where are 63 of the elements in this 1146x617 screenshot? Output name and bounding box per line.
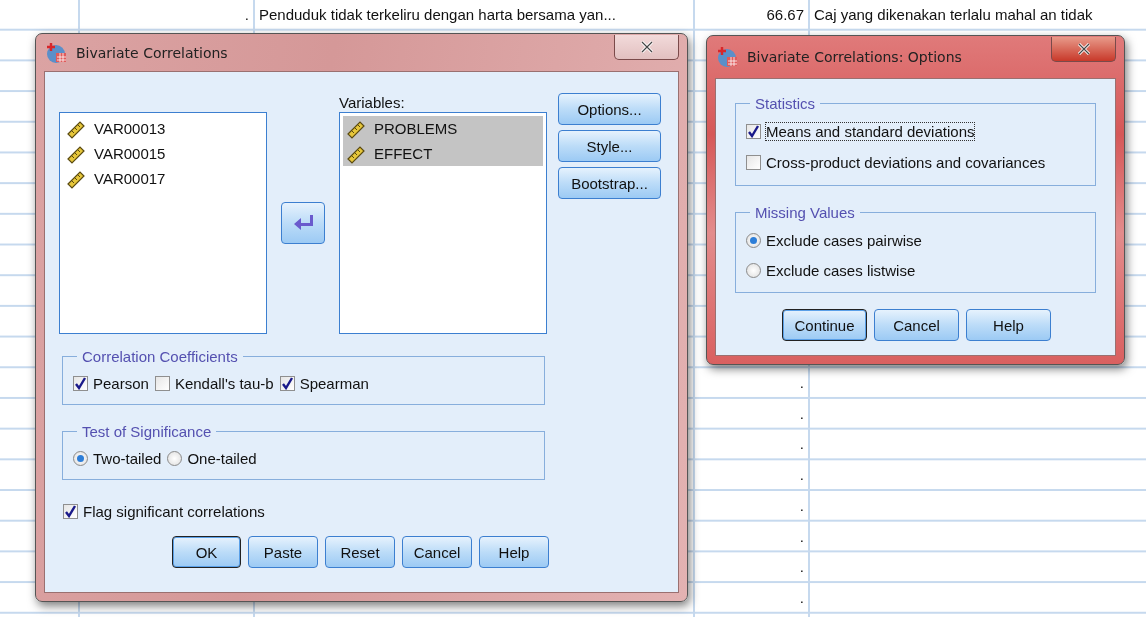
dialog-button[interactable]: Paste: [248, 536, 318, 568]
checkbox-label[interactable]: Cross-product deviations and covariances: [766, 154, 1046, 171]
close-button[interactable]: [1051, 37, 1116, 62]
table-cell-text: .: [798, 373, 805, 394]
close-icon: [639, 41, 654, 53]
dialog-button[interactable]: Help: [479, 536, 549, 568]
radio-button[interactable]: [746, 262, 761, 278]
table-cell-text: Caj yang dikenakan terlalu mahal an tidak: [813, 4, 1094, 25]
table-cell-text: .: [798, 434, 805, 455]
table-cell-text: .: [243, 4, 250, 25]
close-icon: [1076, 43, 1091, 55]
target-variable-list[interactable]: PROBLEMS EFFECT: [339, 112, 547, 334]
table-cell-text: .: [798, 557, 805, 578]
checkbox-label[interactable]: Spearman: [299, 374, 369, 392]
group-title: Statistics: [754, 95, 816, 112]
dialog-button[interactable]: Cancel: [402, 536, 472, 568]
close-button[interactable]: [614, 35, 679, 60]
radio-label[interactable]: Two-tailed: [93, 449, 162, 467]
checkbox[interactable]: [279, 375, 295, 391]
radio-button[interactable]: [746, 232, 761, 248]
list-item[interactable]: VAR00017: [94, 170, 166, 187]
arrow-icon: [292, 212, 314, 231]
dialog-button[interactable]: Continue: [782, 309, 867, 341]
checkbox-label[interactable]: Kendall's tau-b: [174, 374, 274, 392]
table-cell-text: 66.67: [765, 4, 805, 25]
radio-label[interactable]: Exclude cases pairwise: [766, 231, 922, 249]
radio-button[interactable]: [73, 450, 88, 466]
window-title: Bivariate Correlations: Options: [747, 49, 963, 65]
table-cell-text: .: [798, 495, 805, 516]
checkbox-label[interactable]: Means and standard deviations: [766, 123, 975, 140]
radio-label[interactable]: One-tailed: [187, 449, 257, 467]
dialog-button[interactable]: Reset: [325, 536, 395, 568]
app-icon: [46, 41, 68, 64]
checkbox-label[interactable]: Pearson: [93, 374, 149, 392]
checkbox[interactable]: [746, 155, 761, 170]
group-title: Test of Significance: [81, 423, 213, 440]
dialog-button[interactable]: OK: [172, 536, 241, 568]
source-variable-list[interactable]: VAR00013 VAR00015 VAR00017: [59, 112, 267, 334]
checkbox[interactable]: [746, 124, 761, 139]
radio-label[interactable]: Exclude cases listwise: [766, 261, 916, 279]
app-icon: [717, 46, 739, 68]
variables-label: Variables:: [339, 93, 406, 112]
table-cell-text: Penduduk tidak terkeliru dengan harta bersama yan...: [258, 4, 617, 25]
checkbox[interactable]: [154, 375, 170, 391]
dialog-button[interactable]: Help: [966, 309, 1051, 341]
table-cell-text: .: [798, 465, 805, 486]
dialog-button[interactable]: Options...: [558, 93, 661, 125]
radio-button[interactable]: [167, 450, 183, 466]
checkbox[interactable]: [63, 503, 78, 519]
group-title: Missing Values: [754, 204, 856, 221]
dialog-button[interactable]: Cancel: [874, 309, 959, 341]
table-cell-text: .: [798, 403, 805, 424]
window-title: Bivariate Correlations: [76, 44, 229, 61]
move-button[interactable]: [281, 202, 325, 244]
table-cell-text: .: [798, 587, 805, 608]
dialog-button[interactable]: Style...: [558, 130, 661, 162]
dialog-button[interactable]: Bootstrap...: [558, 167, 661, 199]
checkbox-label[interactable]: Flag significant correlations: [83, 502, 265, 520]
list-item[interactable]: VAR00015: [94, 145, 166, 162]
checkbox[interactable]: [73, 375, 88, 391]
table-cell-text: .: [798, 526, 805, 547]
group-title: Correlation Coefficients: [81, 348, 239, 365]
list-item[interactable]: VAR00013: [94, 120, 166, 137]
